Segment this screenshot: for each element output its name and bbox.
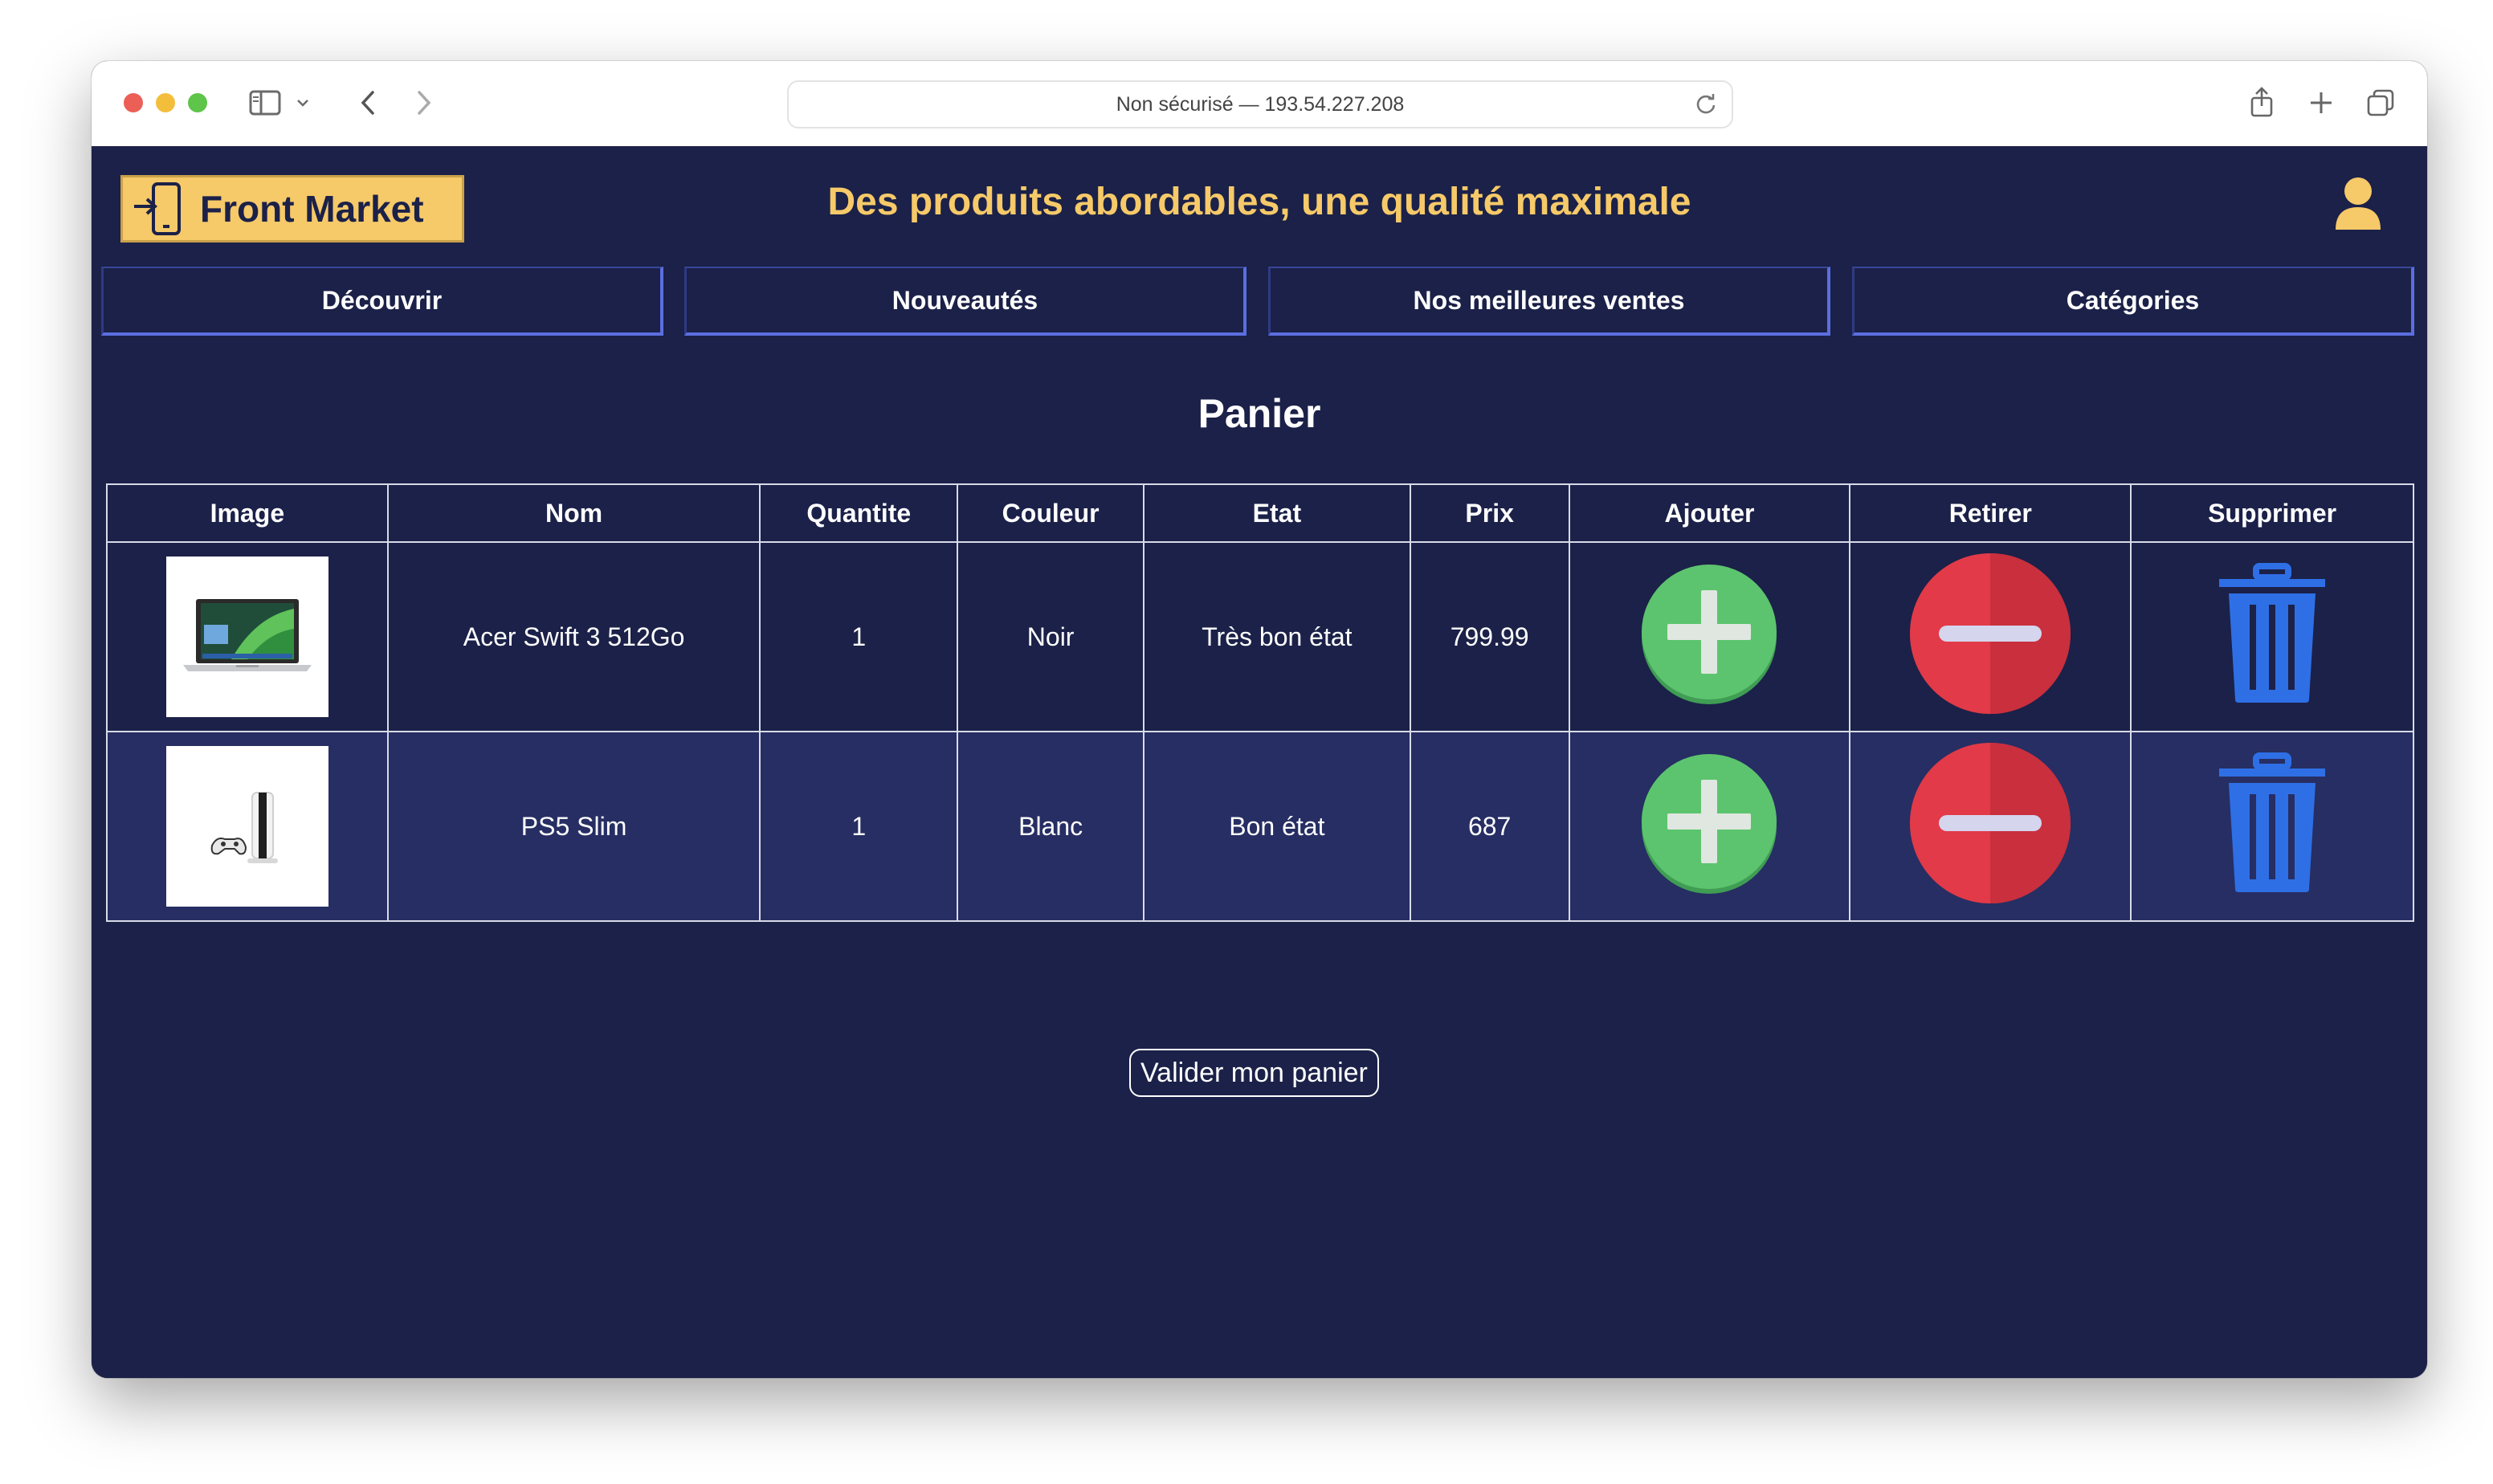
delete-button[interactable] bbox=[2218, 563, 2327, 704]
console-image bbox=[210, 792, 278, 863]
cell-condition: Très bon état bbox=[1143, 541, 1411, 732]
cell-color: Noir bbox=[957, 541, 1145, 732]
cell-quantity: 1 bbox=[759, 541, 959, 732]
cell-color: Blanc bbox=[957, 731, 1145, 922]
cell-price: 799.99 bbox=[1409, 541, 1570, 732]
cell-price: 687 bbox=[1409, 731, 1570, 922]
back-icon[interactable] bbox=[350, 85, 386, 120]
zoom-window-button[interactable] bbox=[188, 93, 207, 112]
cell-name: PS5 Slim bbox=[386, 731, 761, 922]
forward-icon[interactable] bbox=[406, 85, 442, 120]
column-header-remove: Retirer bbox=[1849, 483, 2132, 543]
delete-button[interactable] bbox=[2218, 752, 2327, 894]
nav-nouveautes[interactable]: Nouveautés bbox=[684, 267, 1246, 336]
table-header-row: Image Nom Quantite Couleur Etat Prix Ajo… bbox=[106, 483, 2414, 543]
minimize-window-button[interactable] bbox=[156, 93, 175, 112]
nav-decouvrir[interactable]: Découvrir bbox=[101, 267, 663, 336]
close-window-button[interactable] bbox=[124, 93, 143, 112]
product-image bbox=[165, 746, 328, 907]
column-header-color: Couleur bbox=[957, 483, 1145, 543]
user-account-icon[interactable] bbox=[2334, 175, 2382, 231]
cell-name: Acer Swift 3 512Go bbox=[386, 541, 761, 732]
new-tab-icon[interactable] bbox=[2303, 85, 2339, 120]
table-row: Acer Swift 3 512Go 1 Noir Très bon état … bbox=[106, 541, 2414, 732]
tab-overview-icon[interactable] bbox=[2363, 85, 2398, 120]
main-nav: Découvrir Nouveautés Nos meilleures vent… bbox=[101, 267, 2418, 339]
add-button[interactable] bbox=[1638, 561, 1780, 706]
remove-button[interactable] bbox=[1908, 741, 2072, 905]
nav-categories[interactable]: Catégories bbox=[1852, 267, 2414, 336]
nav-meilleures-ventes[interactable]: Nos meilleures ventes bbox=[1268, 267, 1830, 336]
table-row: PS5 Slim 1 Blanc Bon état 687 bbox=[106, 731, 2414, 922]
cell-condition: Bon état bbox=[1143, 731, 1411, 922]
reload-icon[interactable] bbox=[1693, 92, 1719, 117]
column-header-add: Ajouter bbox=[1568, 483, 1851, 543]
plus-icon bbox=[1642, 754, 1777, 894]
validate-cart-button[interactable]: Valider mon panier bbox=[1129, 1049, 1379, 1097]
page-title: Panier bbox=[1198, 391, 1321, 436]
column-header-quantity: Quantite bbox=[759, 483, 959, 543]
address-bar-text: Non sécurisé — 193.54.227.208 bbox=[1116, 92, 1405, 116]
minus-icon bbox=[1910, 553, 2071, 714]
tagline: Des produits abordables, une qualité max… bbox=[827, 181, 1691, 223]
browser-toolbar: Non sécurisé — 193.54.227.208 bbox=[92, 61, 2427, 147]
remove-button[interactable] bbox=[1908, 552, 2072, 716]
sidebar-toggle-icon[interactable] bbox=[247, 85, 283, 120]
cell-quantity: 1 bbox=[759, 731, 959, 922]
address-bar[interactable]: Non sécurisé — 193.54.227.208 bbox=[787, 80, 1733, 128]
trash-icon bbox=[2219, 752, 2326, 892]
laptop-image bbox=[182, 599, 312, 671]
cart-table: Image Nom Quantite Couleur Etat Prix Ajo… bbox=[106, 483, 2414, 922]
share-icon[interactable] bbox=[2244, 85, 2279, 120]
browser-window: Non sécurisé — 193.54.227.208 Front Mark… bbox=[92, 61, 2427, 1378]
minus-icon bbox=[1910, 743, 2071, 903]
column-header-name: Nom bbox=[386, 483, 761, 543]
page-content: Front Market Des produits abordables, un… bbox=[92, 146, 2427, 1378]
column-header-condition: Etat bbox=[1143, 483, 1411, 543]
column-header-delete: Supprimer bbox=[2130, 483, 2414, 543]
add-button[interactable] bbox=[1638, 751, 1780, 895]
column-header-image: Image bbox=[106, 483, 389, 543]
product-image bbox=[165, 556, 328, 717]
chevron-down-icon[interactable] bbox=[291, 85, 315, 120]
column-header-price: Prix bbox=[1409, 483, 1570, 543]
plus-icon bbox=[1642, 565, 1777, 704]
trash-icon bbox=[2219, 563, 2326, 703]
